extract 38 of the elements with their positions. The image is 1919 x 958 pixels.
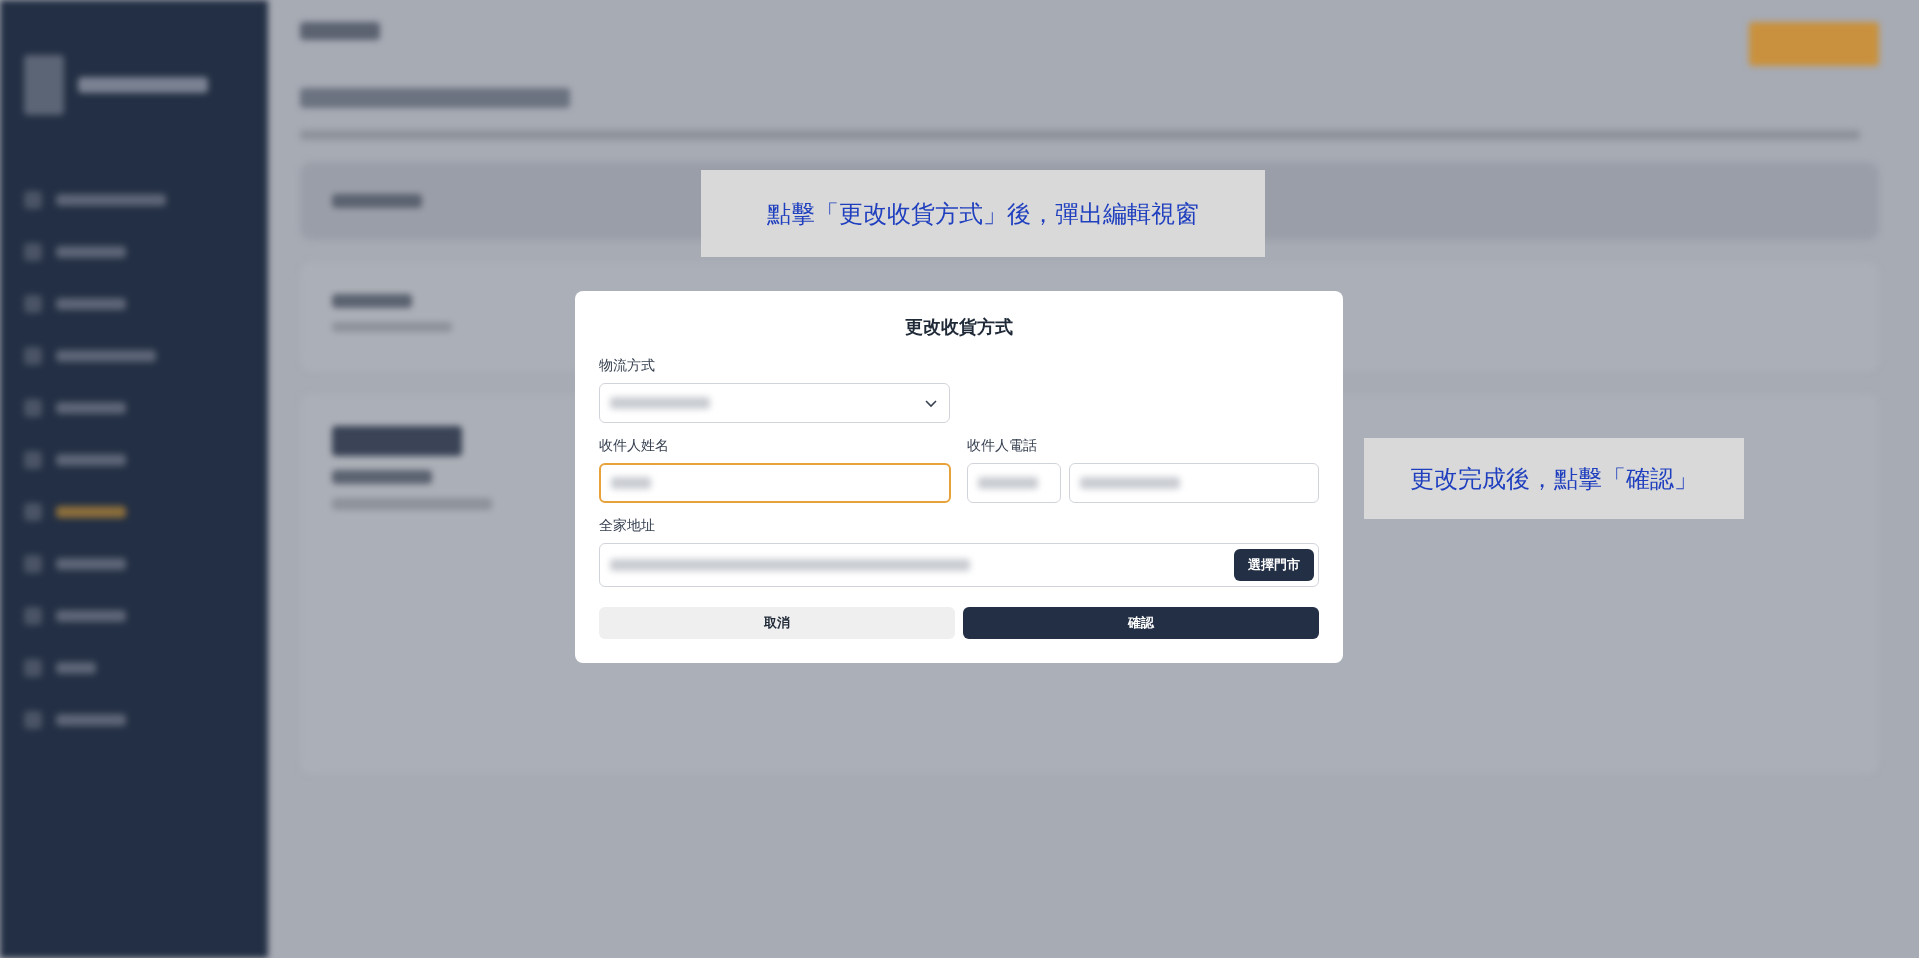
blurred-text bbox=[56, 246, 126, 258]
field-label: 物流方式 bbox=[599, 357, 656, 375]
field-label: 收件人姓名 bbox=[599, 437, 670, 455]
blurred-icon bbox=[24, 243, 42, 261]
blurred-icon bbox=[24, 295, 42, 313]
select-field[interactable] bbox=[599, 383, 950, 423]
blurred-text bbox=[56, 610, 126, 622]
blurred-icon bbox=[24, 451, 42, 469]
blurred-icon bbox=[24, 659, 42, 677]
blurred-text bbox=[56, 714, 126, 726]
blurred-text bbox=[56, 402, 126, 414]
blurred-icon bbox=[24, 399, 42, 417]
input-field[interactable] bbox=[599, 463, 951, 503]
blurred-text bbox=[56, 506, 126, 518]
blurred-text bbox=[56, 662, 96, 674]
input-field[interactable]: 選擇門市 bbox=[599, 543, 1319, 587]
callout-note: 點擊「更改收貨方式」後，彈出編輯視窗 bbox=[701, 170, 1265, 257]
blurred-text bbox=[56, 298, 126, 310]
blurred-icon bbox=[24, 347, 42, 365]
input-field[interactable] bbox=[1069, 463, 1319, 503]
select-store-button[interactable]: 選擇門市 bbox=[1234, 549, 1314, 581]
cancel-button[interactable]: 取消 bbox=[599, 607, 955, 639]
confirm-button[interactable]: 確認 bbox=[963, 607, 1319, 639]
field-label: 收件人電話 bbox=[967, 437, 1038, 455]
callout-note: 更改完成後，點擊「確認」 bbox=[1364, 438, 1744, 519]
blurred-value bbox=[978, 477, 1038, 489]
dialog-title: 更改收貨方式 bbox=[904, 315, 1014, 339]
country-code-field[interactable] bbox=[967, 463, 1061, 503]
blurred-icon bbox=[24, 555, 42, 573]
blurred-value bbox=[611, 477, 651, 489]
blurred-icon bbox=[24, 503, 42, 521]
blurred-icon bbox=[24, 607, 42, 625]
blurred-text bbox=[56, 558, 126, 570]
blurred-icon bbox=[24, 711, 42, 729]
blurred-icon bbox=[24, 191, 42, 209]
field-label: 全家地址 bbox=[599, 517, 656, 535]
blurred-logo-icon bbox=[24, 55, 64, 115]
blurred-text bbox=[56, 454, 126, 466]
